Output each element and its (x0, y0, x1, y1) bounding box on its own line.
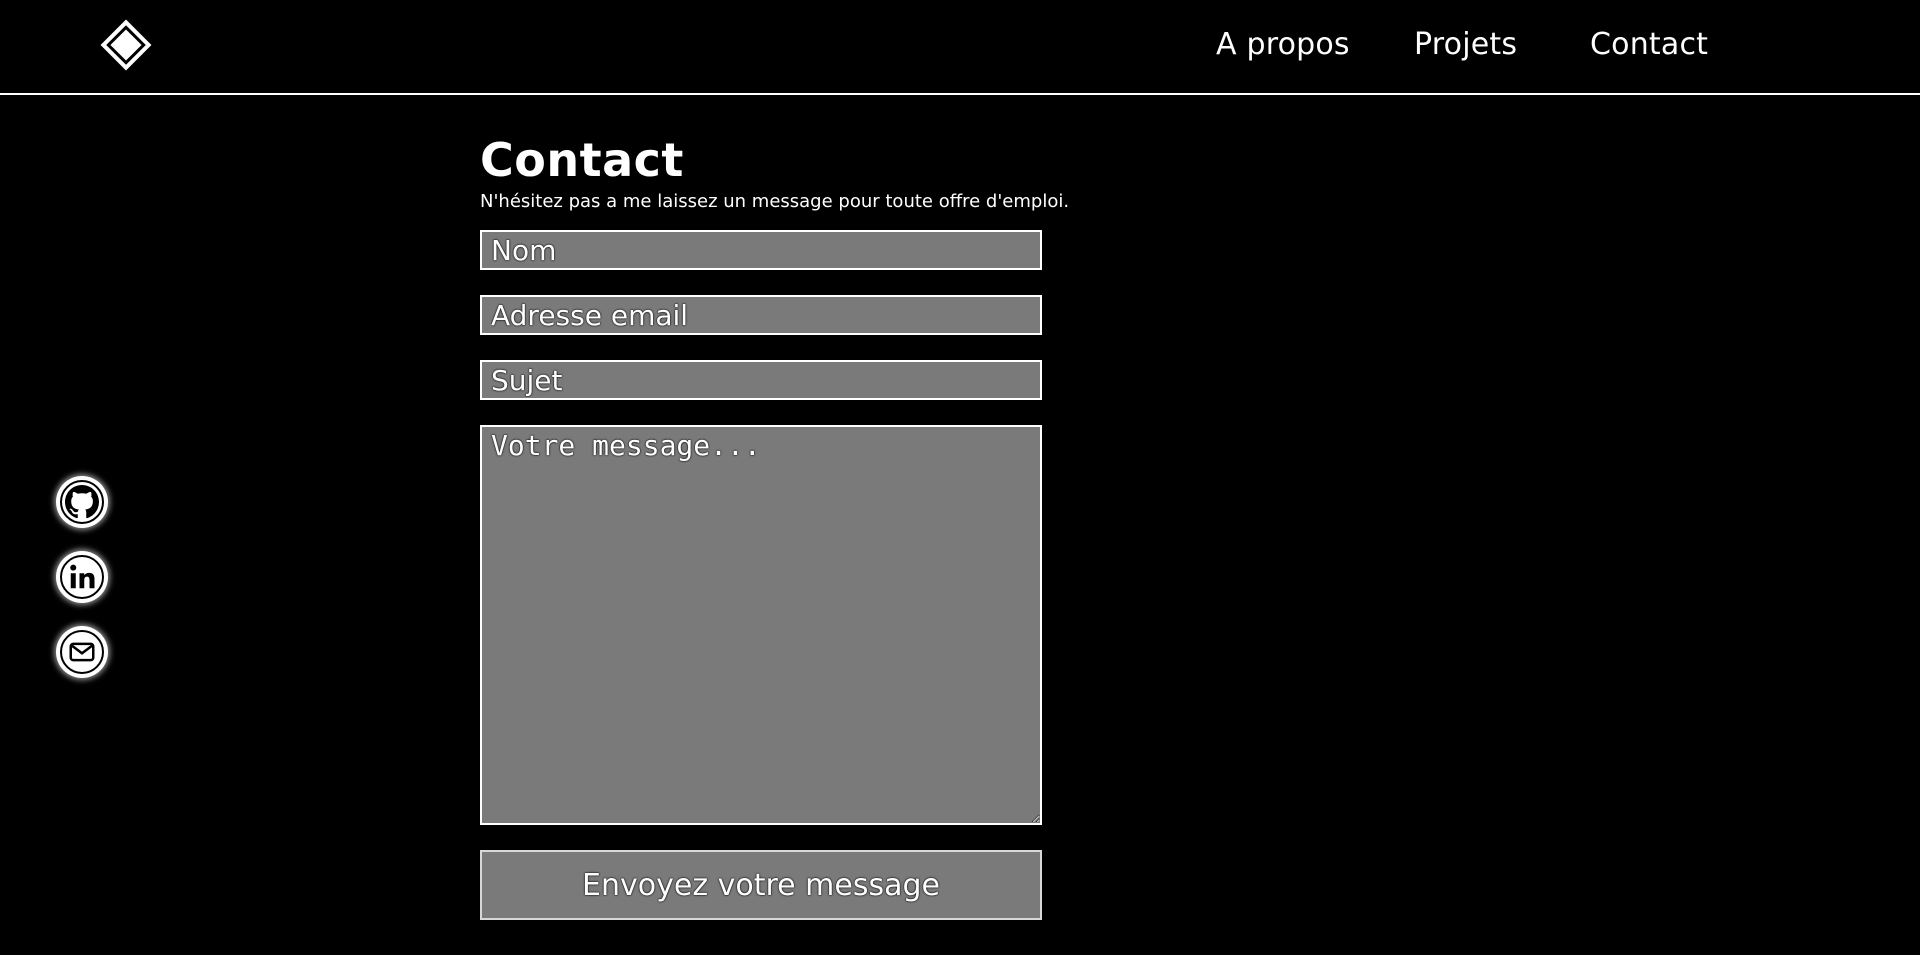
email-input[interactable] (480, 295, 1042, 335)
message-textarea[interactable] (480, 425, 1042, 825)
nav-link-about[interactable]: A propos (1216, 27, 1350, 62)
github-icon (65, 485, 99, 519)
mail-icon-frame (60, 630, 104, 674)
submit-button[interactable]: Envoyez votre message (480, 850, 1042, 920)
contact-form: Envoyez votre message (480, 230, 1044, 920)
contact-section: Contact N'hésitez pas a me laissez un me… (480, 130, 1070, 920)
site-header: A propos Projets Contact (0, 0, 1920, 95)
name-input[interactable] (480, 230, 1042, 270)
mail-link[interactable] (56, 626, 108, 678)
nav-link-contact[interactable]: Contact (1590, 27, 1708, 62)
nav-link-projects[interactable]: Projets (1414, 27, 1517, 62)
mail-icon (69, 642, 95, 662)
page-title: Contact (480, 133, 684, 187)
social-links (56, 476, 110, 701)
linkedin-icon-frame (60, 555, 104, 599)
subject-input[interactable] (480, 360, 1042, 400)
github-icon-frame (60, 480, 104, 524)
linkedin-link[interactable] (56, 551, 108, 603)
linkedin-icon (70, 564, 95, 589)
github-link[interactable] (56, 476, 108, 528)
main-nav: A propos Projets Contact (0, 27, 1920, 67)
page-subtitle: N'hésitez pas a me laissez un message po… (480, 191, 1070, 212)
